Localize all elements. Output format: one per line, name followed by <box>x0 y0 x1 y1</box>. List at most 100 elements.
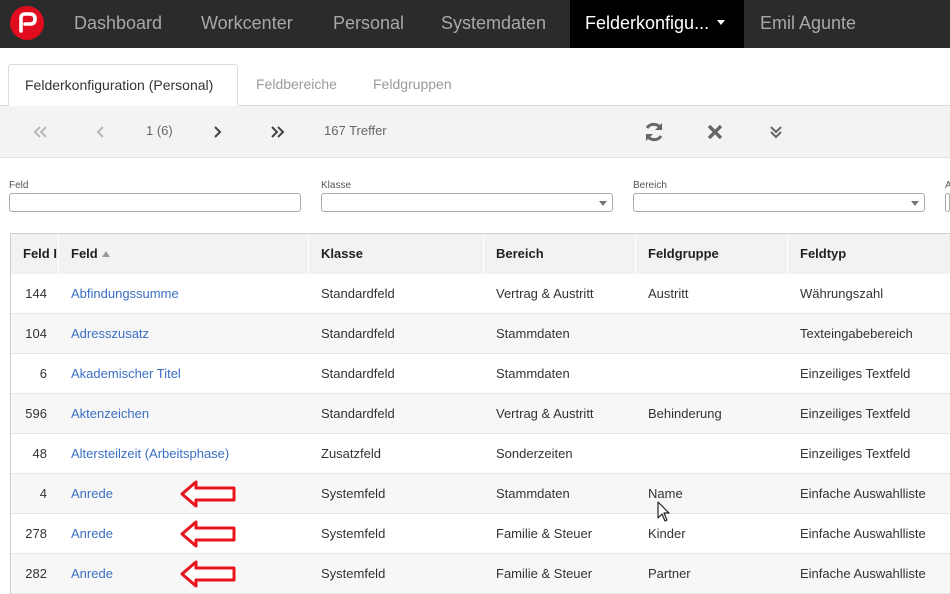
table-row[interactable]: 104 Adresszusatz Standardfeld Stammdaten… <box>11 314 950 354</box>
cell-feld-id: 596 <box>25 406 47 421</box>
table-row[interactable]: 4 Anrede Systemfeld Stammdaten Name Einf… <box>11 474 950 514</box>
logo-mark-icon <box>19 12 37 33</box>
cell-feldtyp: Einfache Auswahlliste <box>800 566 926 581</box>
cell-klasse: Systemfeld <box>321 526 386 541</box>
next-page-button[interactable] <box>197 106 237 158</box>
cell-feldtyp: Einzeiliges Textfeld <box>800 406 911 421</box>
cell-klasse: Systemfeld <box>321 486 386 501</box>
filter-bereich-select[interactable] <box>633 193 925 212</box>
table-row[interactable]: 144 Abfindungssumme Standardfeld Vertrag… <box>11 274 950 314</box>
next-page-icon <box>214 126 222 138</box>
sort-ascending-icon <box>101 250 110 257</box>
nav-user-menu[interactable]: Emil Agunte <box>746 0 886 48</box>
cell-feldtyp: Währungszahl <box>800 286 884 301</box>
nav-personal[interactable]: Personal <box>320 0 422 48</box>
filter-klasse-select[interactable] <box>321 193 613 212</box>
cell-feldtyp: Einzeiliges Textfeld <box>800 366 911 381</box>
cell-feld-link[interactable]: Anrede <box>59 474 309 514</box>
cell-klasse: Standardfeld <box>321 286 395 301</box>
first-page-button[interactable] <box>20 106 60 158</box>
fields-table: Feld I Feld Klasse Bereich Feldgruppe Fe… <box>10 233 950 594</box>
prev-page-button[interactable] <box>81 106 121 158</box>
grid-toolbar: 1 (6) 167 Treffer <box>0 106 950 158</box>
table-row[interactable]: 596 Aktenzeichen Standardfeld Vertrag & … <box>11 394 950 434</box>
cell-feldgruppe: Austritt <box>648 286 689 301</box>
cell-feld-id: 104 <box>25 326 47 341</box>
table-row[interactable]: 6 Akademischer Titel Standardfeld Stammd… <box>11 354 950 394</box>
col-header-feldgruppe[interactable]: Feldgruppe <box>636 234 788 274</box>
cell-feld-link[interactable]: Adresszusatz <box>59 314 309 354</box>
refresh-button[interactable] <box>634 106 674 158</box>
top-navbar: Dashboard Workcenter Personal Systemdate… <box>0 0 950 48</box>
cell-feld-id: 4 <box>39 486 47 501</box>
cell-feld-link[interactable]: Anrede <box>59 554 309 594</box>
cell-feld-id: 48 <box>32 446 47 461</box>
clear-filter-button[interactable] <box>695 106 735 158</box>
nav-felderkonfiguration-label: Felderkonfigu... <box>585 13 710 33</box>
cell-feld-id: 144 <box>25 286 47 301</box>
cell-feldgruppe <box>636 354 788 394</box>
cell-bereich: Stammdaten <box>496 326 570 341</box>
first-page-icon <box>33 126 47 138</box>
tab-feldbereiche[interactable]: Feldbereiche <box>244 64 352 106</box>
cell-bereich: Stammdaten <box>496 486 570 501</box>
cell-bereich: Vertrag & Austritt <box>496 406 594 421</box>
expand-filter-button[interactable] <box>756 106 796 158</box>
cell-feldtyp: Einfache Auswahlliste <box>800 526 926 541</box>
cell-feldgruppe <box>636 434 788 474</box>
table-row[interactable]: 48 Altersteilzeit (Arbeitsphase) Zusatzf… <box>11 434 950 474</box>
prev-page-icon <box>96 126 104 138</box>
expand-icon <box>770 126 782 139</box>
col-header-feld-label: Feld <box>71 246 98 261</box>
filter-cut-label: A <box>945 180 950 191</box>
nav-dashboard[interactable]: Dashboard <box>60 0 180 48</box>
tab-feldgruppen[interactable]: Feldgruppen <box>360 64 470 106</box>
filter-cut-input[interactable] <box>945 193 950 212</box>
filter-klasse-label: Klasse <box>321 180 352 191</box>
nav-workcenter[interactable]: Workcenter <box>188 0 313 48</box>
cell-feld-link[interactable]: Aktenzeichen <box>59 394 309 434</box>
cell-klasse: Standardfeld <box>321 326 395 341</box>
cell-bereich: Stammdaten <box>496 366 570 381</box>
cell-feld-id: 282 <box>25 566 47 581</box>
hits-count: 167 Treffer <box>324 123 387 138</box>
caret-down-icon <box>717 19 726 25</box>
col-header-feldtyp[interactable]: Feldtyp <box>788 234 950 274</box>
cell-feld-link[interactable]: Anrede <box>59 514 309 554</box>
cell-bereich: Sonderzeiten <box>496 446 573 461</box>
nav-systemdaten[interactable]: Systemdaten <box>428 0 564 48</box>
filter-feld-label: Feld <box>9 180 29 191</box>
cell-feldgruppe <box>636 314 788 354</box>
cell-feld-link[interactable]: Abfindungssumme <box>59 274 309 314</box>
page-indicator: 1 (6) <box>146 123 173 138</box>
last-page-button[interactable] <box>258 106 298 158</box>
filter-feld-input[interactable] <box>9 193 301 212</box>
cell-feld-link[interactable]: Altersteilzeit (Arbeitsphase) <box>59 434 309 474</box>
cell-feld-link[interactable]: Akademischer Titel <box>59 354 309 394</box>
cell-feldtyp: Texteingabebereich <box>800 326 913 341</box>
nav-felderkonfiguration-dropdown[interactable]: Felderkonfigu... <box>570 0 744 48</box>
tab-felderkonfiguration[interactable]: Felderkonfiguration (Personal) <box>8 64 238 106</box>
refresh-icon <box>645 122 663 142</box>
table-row[interactable]: 282 Anrede Systemfeld Familie & Steuer P… <box>11 554 950 594</box>
col-header-feld-id[interactable]: Feld I <box>11 234 59 274</box>
cell-feldgruppe: Behinderung <box>648 406 722 421</box>
cell-bereich: Familie & Steuer <box>496 566 593 581</box>
cell-bereich: Vertrag & Austritt <box>496 286 594 301</box>
cell-feld-id: 6 <box>39 366 47 381</box>
cell-klasse: Standardfeld <box>321 366 395 381</box>
cell-klasse: Systemfeld <box>321 566 386 581</box>
last-page-icon <box>271 126 285 138</box>
table-row[interactable]: 278 Anrede Systemfeld Familie & Steuer K… <box>11 514 950 554</box>
mouse-pointer-icon <box>657 501 670 522</box>
app-logo[interactable] <box>10 6 44 40</box>
col-header-bereich[interactable]: Bereich <box>484 234 636 274</box>
filter-bereich-label: Bereich <box>633 180 667 191</box>
cell-feldgruppe: Partner <box>648 566 691 581</box>
col-header-klasse[interactable]: Klasse <box>309 234 484 274</box>
tab-bar: Felderkonfiguration (Personal) Feldberei… <box>0 48 950 106</box>
cell-feld-id: 278 <box>25 526 47 541</box>
cell-bereich: Familie & Steuer <box>496 526 593 541</box>
cell-klasse: Standardfeld <box>321 406 395 421</box>
col-header-feld[interactable]: Feld <box>59 234 309 274</box>
